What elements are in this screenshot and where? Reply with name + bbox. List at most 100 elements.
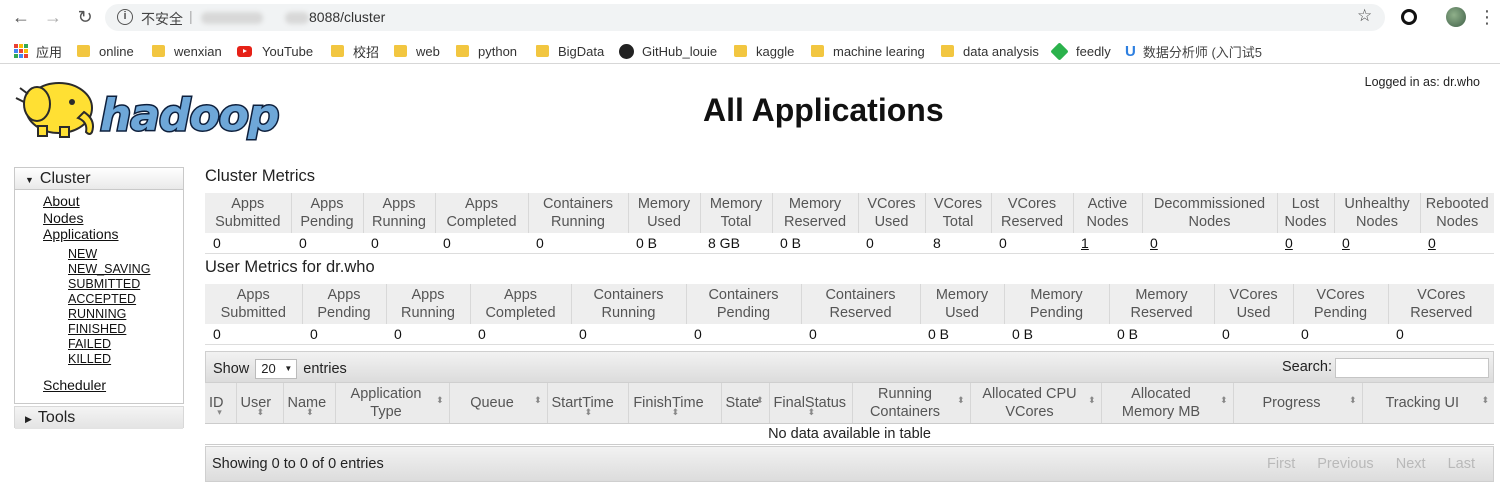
browser-toolbar: ← → ↻ i 不安全 | 8088/cluster ☆ ⋮: [0, 0, 1500, 36]
metric-link[interactable]: 0: [1285, 235, 1293, 251]
column-header-name[interactable]: Name ⬍: [282, 383, 335, 424]
pager-last-button[interactable]: Last: [1448, 456, 1475, 472]
back-arrow-icon[interactable]: ←: [10, 6, 32, 28]
user-metrics-value-apps-pending: 0: [302, 324, 386, 345]
sidebar-link-accepted[interactable]: ACCEPTED: [15, 292, 183, 307]
column-header-running-containers[interactable]: Running Containers ⬍: [851, 383, 970, 424]
sidebar-cluster-label: Cluster: [39, 170, 91, 187]
hadoop-elephant-logo: hadoop hadoop: [15, 82, 281, 143]
bookmark-data-analyst[interactable]: U 数据分析师 (入门试5: [1125, 42, 1262, 60]
column-header-progress[interactable]: Progress ⬍: [1232, 383, 1362, 424]
sidebar-link-failed[interactable]: FAILED: [15, 337, 183, 352]
folder-icon: [394, 45, 407, 57]
cluster-metrics-header-memory-reserved: Memory Reserved: [771, 193, 858, 233]
column-header-queue[interactable]: Queue ⬍: [448, 383, 547, 424]
bookmark-machine-learning[interactable]: machine learing: [811, 42, 925, 60]
column-header-id[interactable]: ID ▾: [205, 383, 236, 424]
search-input[interactable]: [1335, 358, 1489, 378]
bookmark-web[interactable]: web: [394, 42, 440, 60]
bookmark-wenxian[interactable]: wenxian: [152, 42, 222, 60]
cluster-metrics-header-decommissioned-nodes: Decommissioned Nodes: [1141, 193, 1277, 233]
applications-table: ID ▾ User ⬍ Name ⬍ Application Type ⬍ Queue ⬍ Star…: [205, 383, 1494, 445]
bookmark-star-icon[interactable]: ☆: [1357, 6, 1372, 26]
bookmark-github[interactable]: GitHub_louie: [619, 42, 717, 60]
metric-link[interactable]: 0: [1150, 235, 1158, 251]
column-header-user[interactable]: User ⬍: [235, 383, 283, 424]
sidebar-link-new-saving[interactable]: NEW_SAVING: [15, 262, 183, 277]
browser-menu-icon[interactable]: ⋮: [1478, 4, 1496, 30]
column-header-state[interactable]: State ⬍: [720, 383, 769, 424]
metric-link[interactable]: 1: [1081, 235, 1089, 251]
column-header-starttime[interactable]: StartTime ⬍: [546, 383, 628, 424]
not-secure-label: 不安全: [141, 11, 183, 27]
column-header-allocated-cpu-vcores[interactable]: Allocated CPU VCores ⬍: [969, 383, 1101, 424]
bookmark-online[interactable]: online: [77, 42, 134, 60]
triangle-down-icon: ▼: [25, 175, 34, 185]
sidebar-tools[interactable]: ▶ Tools: [14, 406, 184, 429]
column-header-finalstatus[interactable]: FinalStatus ⬍: [768, 383, 852, 424]
metric-link[interactable]: 0: [1428, 235, 1436, 251]
cluster-metrics-value-vcores-used: 0: [858, 233, 925, 254]
sidebar-link-about[interactable]: About: [15, 193, 183, 210]
sidebar-tools-header[interactable]: ▶ Tools: [15, 407, 183, 429]
sidebar-link-applications[interactable]: Applications: [15, 226, 183, 243]
pager-next-button[interactable]: Next: [1396, 456, 1426, 472]
bookmark-feedly[interactable]: feedly: [1050, 41, 1111, 61]
metric-link[interactable]: 0: [1342, 235, 1350, 251]
sort-desc-icon: ▾: [217, 406, 222, 417]
sidebar-link-killed[interactable]: KILLED: [15, 352, 183, 367]
info-icon[interactable]: i: [117, 9, 133, 25]
bookmark-label: kaggle: [756, 43, 795, 59]
user-metrics-value-memory-used: 0 B: [920, 324, 1004, 345]
user-metrics-title: User Metrics for dr.who: [205, 258, 375, 276]
reload-icon[interactable]: ↻: [74, 6, 96, 28]
cluster-metrics-value-rebooted-nodes[interactable]: 0: [1420, 233, 1494, 254]
column-header-tracking-ui[interactable]: Tracking UI ⬍: [1361, 383, 1494, 424]
user-metrics-header-containers-running: Containers Running: [570, 284, 686, 324]
bookmark-bigdata[interactable]: BigData: [536, 42, 604, 60]
page-size-select[interactable]: 20 ▼: [255, 359, 298, 379]
bookmark-label: machine learing: [833, 43, 925, 59]
pager-previous-button[interactable]: Previous: [1317, 456, 1373, 472]
bookmark-data-analysis[interactable]: data analysis: [941, 42, 1039, 60]
sidebar-link-running[interactable]: RUNNING: [15, 307, 183, 322]
cluster-metrics-value-unhealthy-nodes[interactable]: 0: [1334, 233, 1420, 254]
logged-in-label: Logged in as: dr.who: [1364, 75, 1480, 89]
user-metrics-header-memory-reserved: Memory Reserved: [1108, 284, 1214, 324]
cluster-metrics-value-active-nodes[interactable]: 1: [1073, 233, 1142, 254]
profile-avatar[interactable]: [1446, 7, 1466, 27]
extension-ring-icon[interactable]: [1401, 9, 1417, 25]
cluster-metrics-value-apps-submitted: 0: [205, 233, 291, 254]
cluster-metrics-value-lost-nodes[interactable]: 0: [1277, 233, 1334, 254]
sidebar-link-nodes[interactable]: Nodes: [15, 210, 183, 227]
sidebar-link-new[interactable]: NEW: [15, 247, 183, 262]
github-icon: [619, 43, 634, 59]
sidebar-link-finished[interactable]: FINISHED: [15, 322, 183, 337]
sidebar-tools-label: Tools: [37, 409, 76, 426]
page-size-value: 20: [261, 361, 276, 376]
sidebar-link-submitted[interactable]: SUBMITTED: [15, 277, 183, 292]
search-label: Search:: [1282, 359, 1332, 375]
bookmark-youtube[interactable]: YouTube: [237, 42, 313, 60]
column-header-application-type[interactable]: Application Type ⬍: [334, 383, 449, 424]
table-footer: Showing 0 to 0 of 0 entries First Previo…: [205, 446, 1494, 482]
address-bar[interactable]: i 不安全 | 8088/cluster: [105, 4, 1385, 31]
hadoop-logo[interactable]: hadoop hadoop: [14, 74, 314, 144]
bookmark-kaggle[interactable]: kaggle: [734, 42, 794, 60]
column-header-finishtime[interactable]: FinishTime ⬍: [627, 383, 721, 424]
column-label: Application Type: [350, 385, 422, 420]
bookmark-label: 应用: [36, 44, 63, 60]
cluster-metrics-value-decommissioned-nodes[interactable]: 0: [1142, 233, 1277, 254]
pager-first-button[interactable]: First: [1267, 456, 1295, 472]
sidebar-cluster-header[interactable]: ▼ Cluster: [15, 168, 183, 190]
page-title: All Applications: [703, 92, 944, 128]
cluster-metrics-value-containers-running: 0: [528, 233, 628, 254]
sidebar-link-scheduler[interactable]: Scheduler: [15, 377, 183, 394]
bookmark-python[interactable]: python: [456, 42, 517, 60]
column-header-allocated-memory-mb[interactable]: Allocated Memory MB ⬍: [1100, 383, 1233, 424]
bookmark-apps[interactable]: 应用: [14, 42, 62, 60]
bookmark-xiaozhao[interactable]: 校招: [331, 42, 379, 60]
bookmark-label: python: [478, 43, 518, 59]
forward-arrow-icon[interactable]: →: [42, 6, 64, 28]
sort-icon: ⬍: [1219, 395, 1228, 405]
